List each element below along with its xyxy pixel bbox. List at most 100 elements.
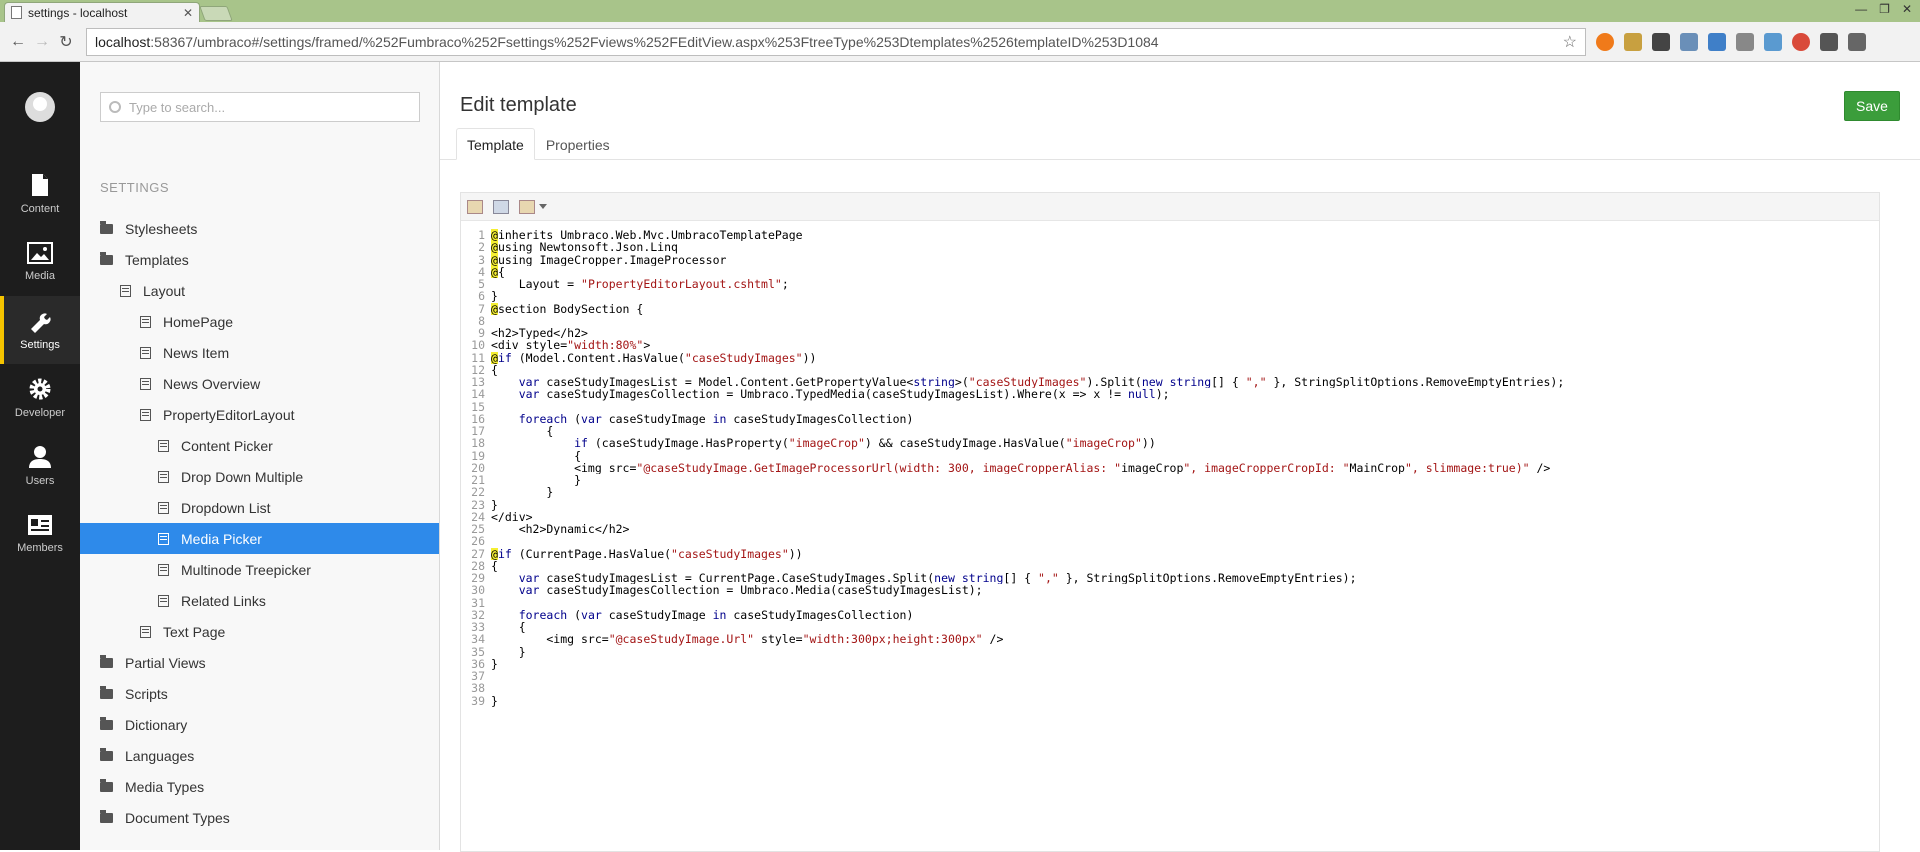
section-members[interactable]: Members [0,500,80,568]
code-line: 1 @inherits Umbraco.Web.Mvc.UmbracoTempla… [461,228,1879,242]
new-tab-button[interactable] [199,6,233,21]
tree-item[interactable]: News Overview [80,368,439,399]
tree-item[interactable]: Dictionary [80,709,439,740]
tree-item[interactable]: News Item [80,337,439,368]
line-number: 27 [471,546,485,561]
tree-title: SETTINGS [100,180,170,195]
tree-item[interactable]: Languages [80,740,439,771]
menu-icon[interactable] [1848,32,1866,51]
template-icon [158,563,169,576]
section-content[interactable]: Content [0,160,80,228]
tree-item-label: Partial Views [125,654,206,671]
section-label: Media [25,270,55,282]
section-nav: Content Media Settings Developer Users M… [0,62,80,850]
template-icon [158,439,169,452]
tree-item[interactable]: Layout [80,275,439,306]
line-number: 30 [471,583,485,598]
code-line: 30 var caseStudyImagesCollection = Umbra… [461,583,1879,598]
template-icon [140,377,151,390]
tree-item[interactable]: Related Links [80,585,439,616]
line-number: 2 [478,240,485,255]
code-toolbar [461,193,1879,221]
code-text: var caseStudyImagesCollection = Umbraco.… [518,388,1170,401]
line-number: 8 [478,313,485,328]
tab-properties[interactable]: Properties [535,128,621,160]
tree-item[interactable]: Multinode Treepicker [80,554,439,585]
section-settings[interactable]: Settings [0,296,80,364]
forward-icon[interactable]: → [30,33,54,51]
code-text: <h2>Typed</h2> [491,327,588,340]
tree-item[interactable]: Stylesheets [80,213,439,244]
extension-icon[interactable] [1708,32,1726,51]
code-line: 17 { [461,425,1879,438]
code-editor[interactable]: 1 @inherits Umbraco.Web.Mvc.UmbracoTempla… [460,192,1880,852]
save-button[interactable]: Save [1844,91,1900,121]
code-text: var caseStudyImagesCollection = Umbraco.… [518,584,983,597]
close-tab-icon[interactable]: ✕ [183,6,193,20]
extension-icon[interactable] [1764,32,1782,51]
line-number: 1 [478,228,485,242]
search-input[interactable]: Type to search... [100,92,420,122]
tree-item-label: Stylesheets [125,220,198,237]
code-text: } [491,645,526,658]
tree-item[interactable]: Text Page [80,616,439,647]
close-window-icon[interactable]: ✕ [1902,2,1912,16]
tree-item[interactable]: Dropdown List [80,492,439,523]
tree-item[interactable]: PropertyEditorLayout [80,399,439,430]
tree-item[interactable]: Document Types [80,802,439,833]
code-text: { [491,559,498,572]
code-text: if (caseStudyImage.HasProperty("imageCro… [574,437,1156,450]
chevron-down-icon[interactable] [539,204,547,209]
page-title: Edit template [460,94,577,116]
section-developer[interactable]: Developer [0,364,80,432]
extension-icon[interactable] [1596,32,1614,51]
tree-item[interactable]: Partial Views [80,647,439,678]
tree-item[interactable]: Media Types [80,771,439,802]
code-line: 12{ [461,363,1879,376]
line-number: 5 [478,277,485,291]
tree-item[interactable]: Scripts [80,678,439,709]
code-text: @if (CurrentPage.HasValue("caseStudyImag… [491,547,803,560]
tree-item[interactable]: HomePage [80,306,439,337]
section-media[interactable]: Media [0,228,80,296]
insert-section-icon[interactable] [519,199,535,214]
code-line: 16 foreach (var caseStudyImage in caseSt… [461,412,1879,425]
bookmark-star-icon[interactable]: ☆ [1563,32,1577,52]
template-icon [140,315,151,328]
insert-macro-icon[interactable] [493,199,509,214]
line-number: 23 [471,497,485,512]
insert-field-icon[interactable] [467,199,483,214]
browser-toolbar: ← → ↻ localhost :58367/umbraco#/settings… [0,22,1920,62]
tree-item[interactable]: Content Picker [80,430,439,461]
image-icon [27,242,53,264]
code-line: 21 } [461,474,1879,487]
browser-tab[interactable]: settings - localhost ✕ [4,2,200,22]
id-card-icon [28,515,52,535]
url-bar[interactable]: localhost :58367/umbraco#/settings/frame… [86,27,1586,56]
extension-icon[interactable] [1652,32,1670,51]
tree-item[interactable]: Media Picker [80,523,439,554]
avatar[interactable] [25,92,55,122]
tab-template[interactable]: Template [456,128,535,160]
tree-item[interactable]: Drop Down Multiple [80,461,439,492]
restore-icon[interactable]: ❐ [1879,2,1890,16]
reload-icon[interactable]: ↻ [54,32,78,52]
tree-item[interactable]: Templates [80,244,439,275]
extension-icon[interactable] [1736,32,1754,51]
code-content[interactable]: 1 @inherits Umbraco.Web.Mvc.UmbracoTempla… [461,229,1879,707]
code-text: } [491,290,498,303]
minimize-icon[interactable]: — [1855,2,1867,16]
extension-icon[interactable] [1680,32,1698,51]
extension-icon[interactable] [1624,32,1642,51]
code-line: 19 { [461,449,1879,462]
section-users[interactable]: Users [0,432,80,500]
template-icon [158,594,169,607]
tree-item-label: Dropdown List [181,499,271,516]
wrench-icon [31,313,51,333]
extension-icon[interactable] [1792,32,1810,51]
extension-icon[interactable] [1820,32,1838,51]
template-icon [158,501,169,514]
code-line: 15 [461,400,1879,413]
line-number: 3 [478,252,485,267]
back-icon[interactable]: ← [6,33,30,51]
